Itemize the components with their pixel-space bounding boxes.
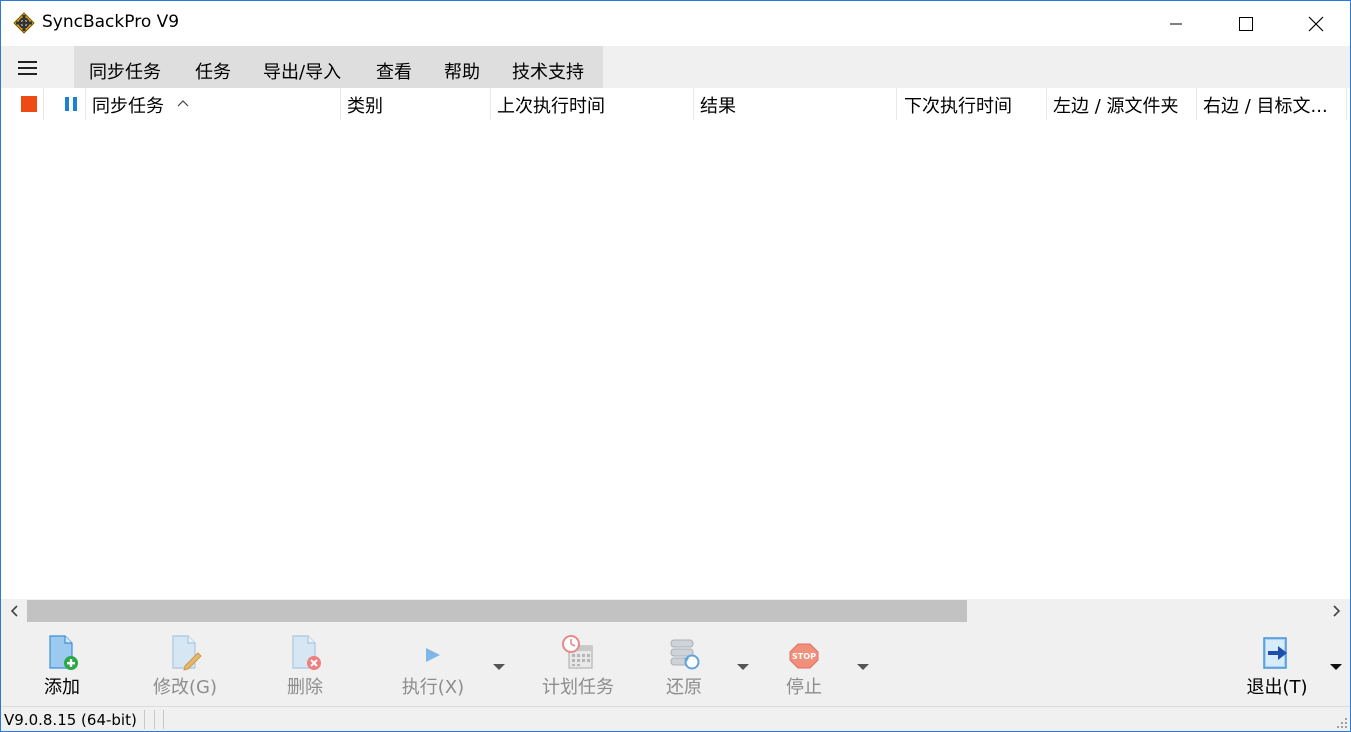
- modify-button[interactable]: 修改(G): [143, 623, 227, 706]
- column-divider[interactable]: [490, 88, 491, 120]
- add-label: 添加: [44, 677, 80, 698]
- run-label: 执行(X): [401, 677, 465, 698]
- column-header-type[interactable]: 类别: [347, 92, 383, 118]
- restore-label: 还原: [666, 677, 702, 698]
- play-icon: [426, 648, 440, 662]
- exit-label: 退出(T): [1246, 677, 1308, 698]
- app-window: SyncBackPro V9 同步任务 任务 导出/导入 查看 帮助 技术支持: [0, 0, 1351, 732]
- menu-support[interactable]: 技术支持: [512, 58, 584, 84]
- menu-bar: 同步任务 任务 导出/导入 查看 帮助 技术支持: [1, 46, 1350, 88]
- run-button[interactable]: 执行(X): [393, 623, 473, 706]
- modify-label: 修改(G): [153, 677, 217, 698]
- column-divider[interactable]: [85, 88, 86, 120]
- stop-status-icon[interactable]: [21, 96, 37, 112]
- schedule-calendar-icon: [562, 635, 593, 669]
- menu-export-import[interactable]: 导出/导入: [263, 58, 341, 84]
- list-column-header: 同步任务 类别 上次执行时间 结果 下次执行时间 左边 / 源文件夹 右边 / …: [1, 88, 1350, 120]
- version-text: V9.0.8.15 (64-bit): [4, 711, 137, 729]
- delete-label: 删除: [287, 677, 323, 698]
- column-divider[interactable]: [43, 88, 44, 120]
- svg-text:STOP: STOP: [792, 652, 816, 661]
- column-header-profile[interactable]: 同步任务: [92, 92, 164, 118]
- horizontal-scrollbar[interactable]: [1, 599, 1350, 623]
- chevron-right-icon: [1333, 605, 1341, 617]
- schedule-button[interactable]: 计划任务: [533, 623, 623, 706]
- column-header-right-destination[interactable]: 右边 / 目标文...: [1203, 92, 1328, 118]
- status-divider: [144, 710, 145, 729]
- maximize-button[interactable]: [1211, 1, 1281, 46]
- add-profile-icon: [49, 635, 78, 670]
- resize-grip-icon[interactable]: [1336, 717, 1348, 729]
- column-header-result[interactable]: 结果: [700, 92, 736, 118]
- scroll-left-button[interactable]: [1, 599, 27, 623]
- column-header-next-run[interactable]: 下次执行时间: [904, 92, 1012, 118]
- restore-dropdown-arrow-icon[interactable]: [737, 663, 749, 671]
- chevron-left-icon: [10, 605, 18, 617]
- pause-icon[interactable]: [63, 96, 79, 112]
- hamburger-menu-icon[interactable]: [17, 59, 39, 77]
- action-toolbar: 添加 修改(G) 删除 执行(X) 计划任务 还原 STOP 停止 退出(T): [1, 623, 1350, 706]
- menu-view[interactable]: 查看: [376, 58, 412, 84]
- column-header-last-run[interactable]: 上次执行时间: [497, 92, 605, 118]
- exit-button[interactable]: 退出(T): [1235, 623, 1319, 706]
- column-divider[interactable]: [1046, 88, 1047, 120]
- status-divider: [163, 710, 164, 729]
- column-divider[interactable]: [896, 88, 897, 120]
- run-dropdown-arrow-icon[interactable]: [493, 663, 505, 671]
- schedule-label: 计划任务: [542, 677, 614, 698]
- add-button[interactable]: 添加: [21, 623, 103, 706]
- delete-profile-icon: [292, 635, 321, 670]
- column-divider[interactable]: [1346, 88, 1347, 120]
- edit-profile-icon: [172, 635, 202, 671]
- syncback-logo-icon: [13, 12, 35, 34]
- minimize-icon: [1170, 23, 1182, 24]
- menu-profiles[interactable]: 同步任务: [89, 58, 161, 84]
- scrollbar-thumb[interactable]: [27, 600, 967, 622]
- exit-door-icon: [1263, 637, 1287, 669]
- status-divider: [154, 710, 155, 729]
- column-divider[interactable]: [340, 88, 341, 120]
- delete-button[interactable]: 删除: [265, 623, 345, 706]
- stop-sign-icon: STOP: [789, 643, 819, 669]
- profile-list[interactable]: [1, 120, 1350, 598]
- status-bar: V9.0.8.15 (64-bit): [1, 706, 1350, 731]
- close-icon: [1308, 16, 1324, 31]
- column-divider[interactable]: [1196, 88, 1197, 120]
- minimize-button[interactable]: [1141, 1, 1211, 46]
- restore-button[interactable]: 还原: [647, 623, 721, 706]
- stop-button[interactable]: STOP 停止: [767, 623, 841, 706]
- menu-help[interactable]: 帮助: [444, 58, 480, 84]
- close-button[interactable]: [1281, 1, 1351, 46]
- toolbar-overflow-arrow-icon[interactable]: [1330, 663, 1342, 671]
- window-title: SyncBackPro V9: [42, 12, 180, 32]
- stop-dropdown-arrow-icon[interactable]: [857, 663, 869, 671]
- column-header-left-source[interactable]: 左边 / 源文件夹: [1053, 92, 1179, 118]
- sort-ascending-icon: [177, 100, 189, 107]
- menu-items-area: 同步任务 任务 导出/导入 查看 帮助 技术支持: [74, 46, 603, 88]
- menu-task[interactable]: 任务: [195, 58, 231, 84]
- stop-label: 停止: [786, 677, 822, 698]
- maximize-icon: [1239, 16, 1253, 31]
- scroll-right-button[interactable]: [1324, 599, 1350, 623]
- column-divider[interactable]: [693, 88, 694, 120]
- restore-database-icon: [670, 639, 700, 670]
- title-bar[interactable]: SyncBackPro V9: [1, 1, 1350, 46]
